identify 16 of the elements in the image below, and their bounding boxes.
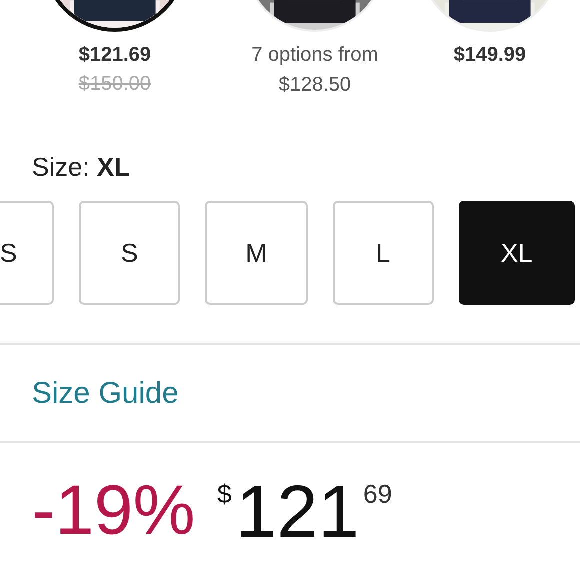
size-option[interactable]: M — [205, 201, 308, 305]
size-option[interactable]: S — [79, 201, 180, 305]
size-guide-link[interactable]: Size Guide — [0, 345, 580, 441]
discount-percent: -19% — [32, 475, 196, 545]
price-cents: 69 — [363, 479, 392, 510]
size-option[interactable]: S — [0, 201, 54, 305]
price-whole: 121 — [236, 475, 360, 549]
swatch-price: $121.69 — [78, 43, 152, 68]
swatch-price: $149.99 — [454, 43, 526, 68]
swatch-price: 7 options from — [252, 43, 378, 68]
size-label: Size: XL — [32, 152, 132, 183]
currency-symbol: $ — [217, 479, 232, 510]
original-price: $150.00 — [78, 72, 152, 97]
size-option[interactable]: XL — [458, 201, 576, 305]
size-option[interactable]: L — [332, 201, 434, 305]
swatch-price: $128.50 — [278, 73, 352, 98]
